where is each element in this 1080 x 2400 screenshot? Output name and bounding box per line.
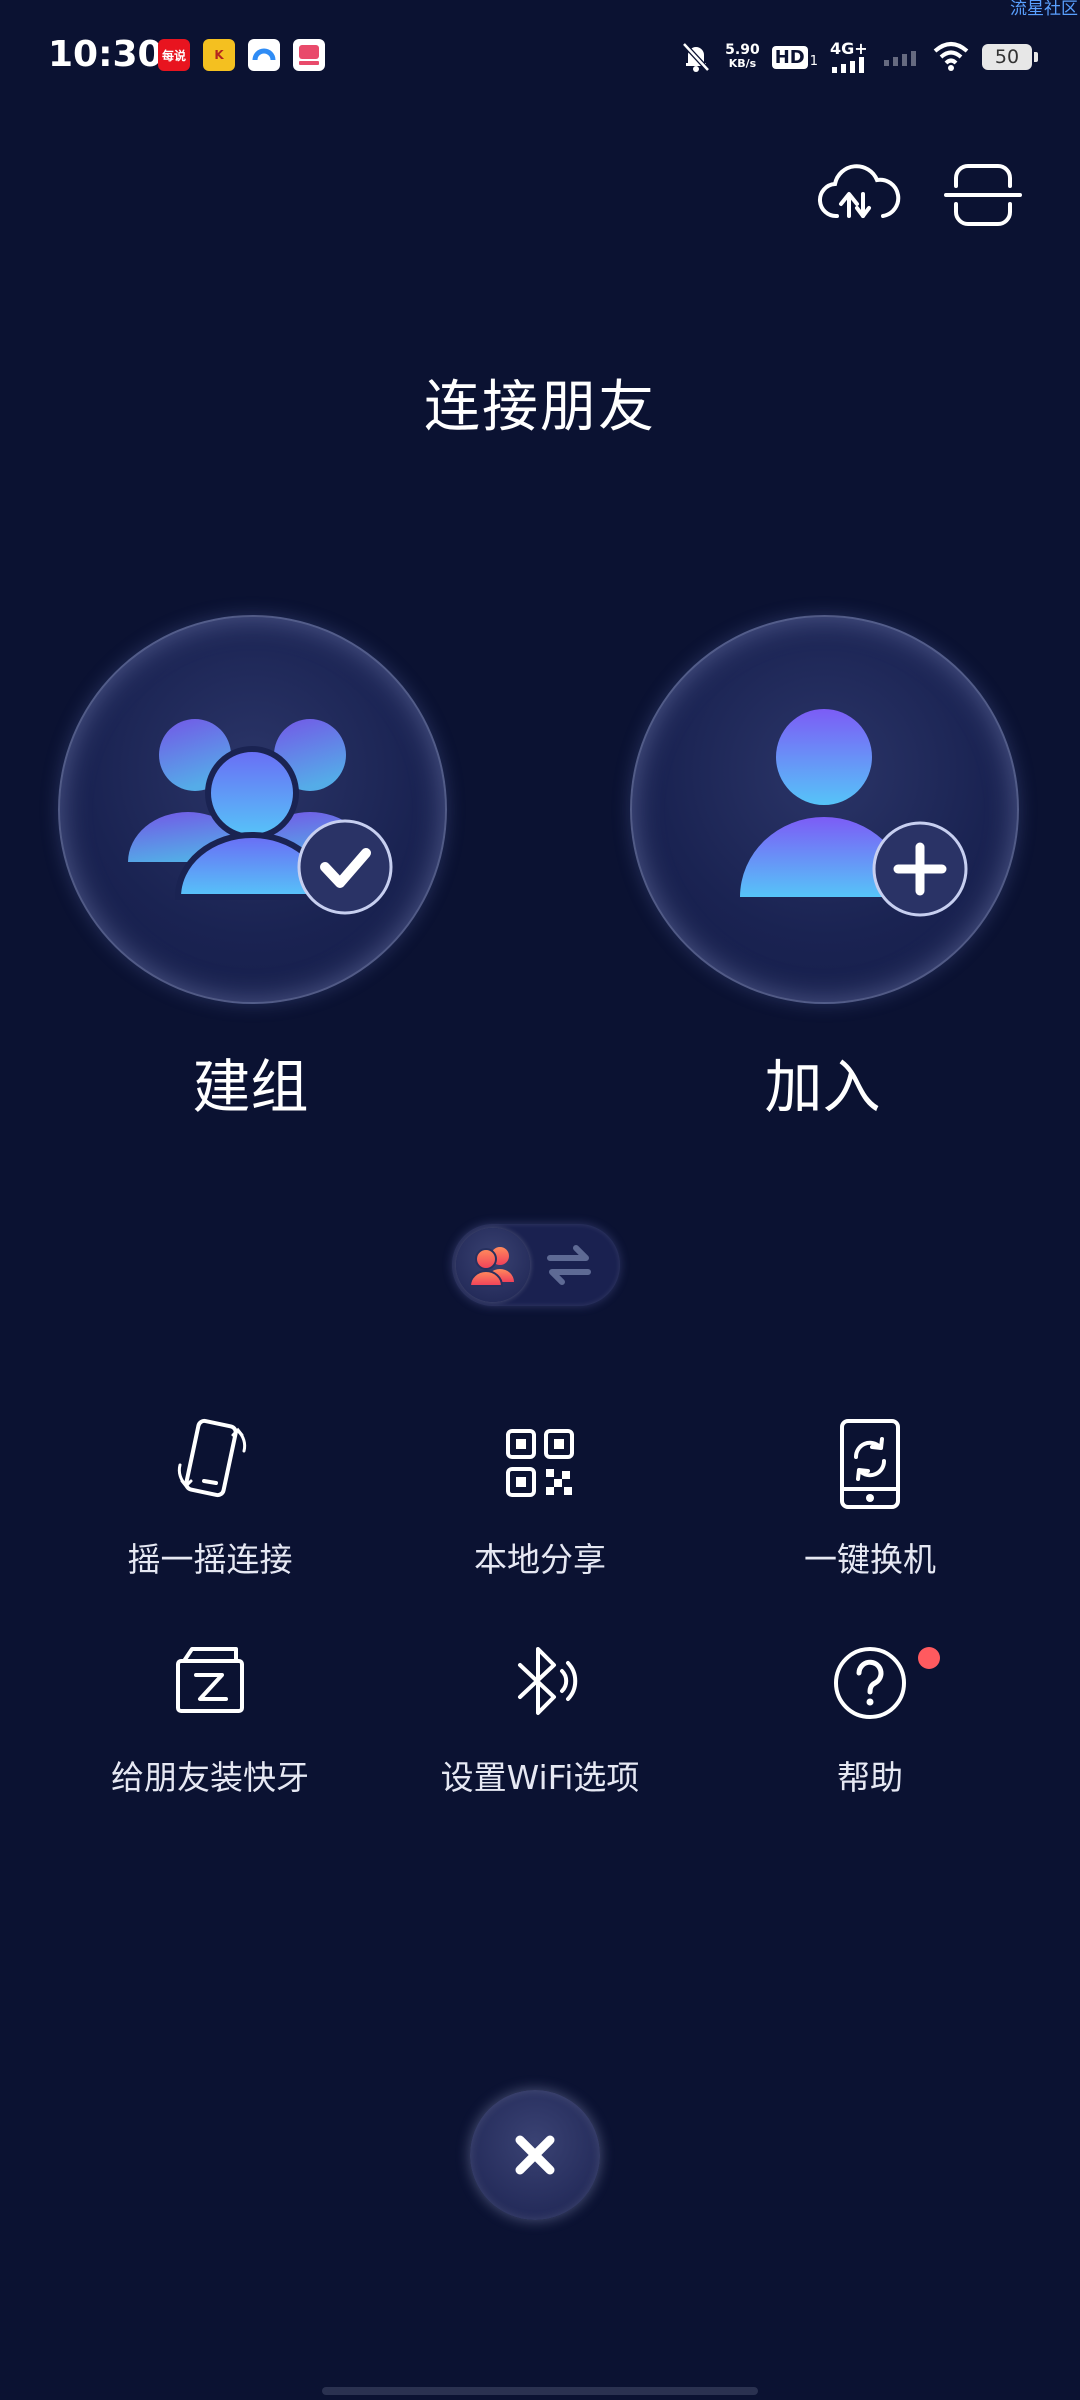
scan-icon [944, 164, 1022, 226]
grid-label: 给朋友装快牙 [111, 1758, 309, 1797]
help-button[interactable]: 帮助 [705, 1633, 1035, 1799]
home-indicator[interactable] [322, 2387, 758, 2395]
watermark: 流星社区 [1010, 0, 1078, 19]
close-button[interactable] [470, 2090, 600, 2220]
join-label: 加入 [764, 1053, 881, 1121]
local-share-button[interactable]: 本地分享 [375, 1415, 705, 1581]
wifi-settings-button[interactable]: 设置WiFi选项 [375, 1633, 705, 1799]
install-box-icon [176, 1647, 244, 1713]
status-time: 10:30 [48, 34, 163, 75]
help-icon [834, 1647, 906, 1719]
mute-bell-icon [682, 42, 710, 72]
friends-icon [468, 1247, 514, 1287]
notification-app-3-icon [248, 39, 280, 71]
page-title: 连接朋友 [424, 375, 656, 440]
join-button[interactable] [630, 615, 1019, 1004]
scan-button[interactable] [938, 160, 1028, 230]
bluetooth-icon [518, 1647, 578, 1715]
cloud-upload-button[interactable] [815, 160, 905, 230]
cell-signal-2-icon [884, 51, 916, 66]
cloud-upload-icon [818, 164, 901, 219]
grid-label: 一键换机 [804, 1540, 936, 1579]
net-speed: 5.90 KB/s [725, 42, 760, 70]
shake-phone-icon [177, 1418, 247, 1498]
swap-arrows-icon [544, 1242, 594, 1288]
close-icon [515, 2135, 555, 2175]
system-icons: 5.90 KB/s HD 1 4G+ 50 [679, 34, 1038, 80]
grid-label: 设置WiFi选项 [440, 1758, 640, 1797]
notification-dot [918, 1647, 940, 1669]
grid-label: 帮助 [837, 1758, 903, 1797]
mode-toggle[interactable] [452, 1224, 620, 1306]
create-group-label: 建组 [192, 1053, 309, 1121]
shake-connect-button[interactable]: 摇一摇连接 [45, 1415, 375, 1581]
group-check-icon [128, 719, 393, 915]
toggle-knob [456, 1228, 530, 1302]
notification-app-2-icon: K [203, 39, 235, 71]
create-group-button[interactable] [58, 615, 447, 1004]
battery-icon: 50 [982, 44, 1038, 70]
wifi-icon [933, 42, 969, 71]
notification-app-4-icon [293, 39, 325, 71]
install-for-friend-button[interactable]: 给朋友装快牙 [45, 1633, 375, 1799]
phone-switch-icon [840, 1419, 900, 1509]
status-bar: 10:30 每说 K 5.90 KB/s HD 1 4G+ 50 [0, 24, 1080, 90]
user-add-icon [740, 709, 968, 917]
qr-code-icon [506, 1429, 574, 1497]
notification-icons: 每说 K [158, 39, 325, 71]
grid-label: 摇一摇连接 [127, 1540, 293, 1579]
cell-signal-icon: 4G+ [830, 41, 870, 73]
notification-app-1-icon: 每说 [158, 39, 190, 71]
grid-label: 本地分享 [474, 1540, 606, 1579]
phone-clone-button[interactable]: 一键换机 [705, 1415, 1035, 1581]
hd-icon: HD 1 [771, 45, 818, 69]
